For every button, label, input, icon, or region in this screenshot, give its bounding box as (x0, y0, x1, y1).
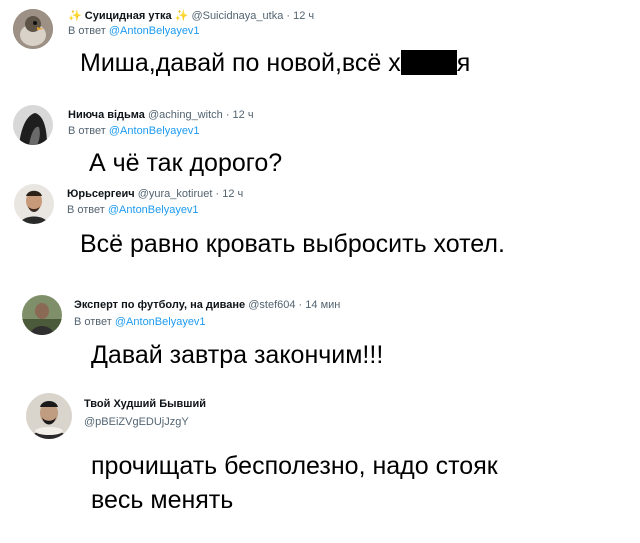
avatar[interactable] (14, 184, 54, 224)
reply-text-line-2: весь менять (91, 486, 234, 514)
author-line: Ниюча відьма @aching_witch · 12 ч (68, 109, 254, 121)
avatar-image (14, 184, 54, 224)
reply-to-line: В ответ @AntonBelyayev1 (68, 125, 200, 137)
dot-separator: · (215, 188, 220, 200)
reply-prefix: В ответ (74, 316, 112, 328)
reply-text: Давай завтра закончим!!! (91, 341, 384, 369)
avatar-image (13, 105, 53, 145)
reply-to-link[interactable]: @AntonBelyayev1 (115, 316, 206, 328)
sparkle-icon: ✨ (68, 10, 82, 22)
reply-text-line-1: прочищать бесполезно, надо стояк (91, 452, 498, 480)
author-handle[interactable]: @stef604 (248, 299, 295, 311)
reply-prefix: В ответ (68, 25, 106, 37)
reply-to-line: В ответ @AntonBelyayev1 (68, 25, 200, 37)
avatar[interactable] (26, 393, 72, 439)
avatar-image (13, 9, 53, 49)
author-handle[interactable]: @aching_witch (148, 109, 223, 121)
avatar[interactable] (13, 9, 53, 49)
reply-to-link[interactable]: @AntonBelyayev1 (109, 25, 200, 37)
reply-text: А чё так дорого? (89, 149, 283, 177)
dot-separator: · (298, 299, 303, 311)
reply-text: Всё равно кровать выбросить хотел. (80, 230, 505, 258)
timestamp[interactable]: 14 мин (305, 299, 340, 311)
reply-prefix: В ответ (67, 204, 105, 216)
author-name[interactable]: Эксперт по футболу, на диване (74, 299, 245, 311)
author-handle[interactable]: @Suicidnaya_utka (191, 10, 283, 22)
author-line: Юрьсергеич @yura_kotiruet · 12 ч (67, 188, 243, 200)
author-name[interactable]: Юрьсергеич (67, 188, 135, 200)
reply-text: Миша,давай по новой,всё х я (80, 48, 470, 78)
reply-text-start: Миша,давай по новой,всё х (80, 49, 401, 77)
timestamp[interactable]: 12 ч (233, 109, 254, 121)
reply-item: ✨ Суицидная утка ✨ @Suicidnaya_utka · 12… (0, 0, 640, 78)
avatar-image (26, 393, 72, 439)
author-line: Эксперт по футболу, на диване @stef604 ·… (74, 299, 340, 311)
reply-to-link[interactable]: @AntonBelyayev1 (108, 204, 199, 216)
author-name[interactable]: Суицидная утка (85, 10, 172, 22)
dot-separator: · (225, 109, 230, 121)
author-name[interactable]: Ниюча відьма (68, 109, 145, 121)
author-handle[interactable]: @pBEiZVgEDUjJzgY (84, 416, 189, 428)
avatar[interactable] (13, 105, 53, 145)
author-line: ✨ Суицидная утка ✨ @Suicidnaya_utka · 12… (68, 9, 314, 22)
author-line: Твой Худший Бывший (84, 398, 206, 410)
avatar[interactable] (22, 295, 62, 335)
reply-text-end: я (456, 49, 471, 77)
dot-separator: · (286, 10, 291, 22)
reply-to-line: В ответ @AntonBelyayev1 (74, 316, 206, 328)
author-handle-line: @pBEiZVgEDUjJzgY (84, 416, 189, 428)
redaction-box (400, 50, 457, 75)
timestamp[interactable]: 12 ч (222, 188, 243, 200)
author-name[interactable]: Твой Худший Бывший (84, 398, 206, 410)
reply-prefix: В ответ (68, 125, 106, 137)
timestamp[interactable]: 12 ч (293, 10, 314, 22)
reply-to-link[interactable]: @AntonBelyayev1 (109, 125, 200, 137)
avatar-image (22, 295, 62, 335)
author-handle[interactable]: @yura_kotiruet (138, 188, 213, 200)
reply-to-line: В ответ @AntonBelyayev1 (67, 204, 199, 216)
sparkle-icon: ✨ (174, 10, 189, 22)
